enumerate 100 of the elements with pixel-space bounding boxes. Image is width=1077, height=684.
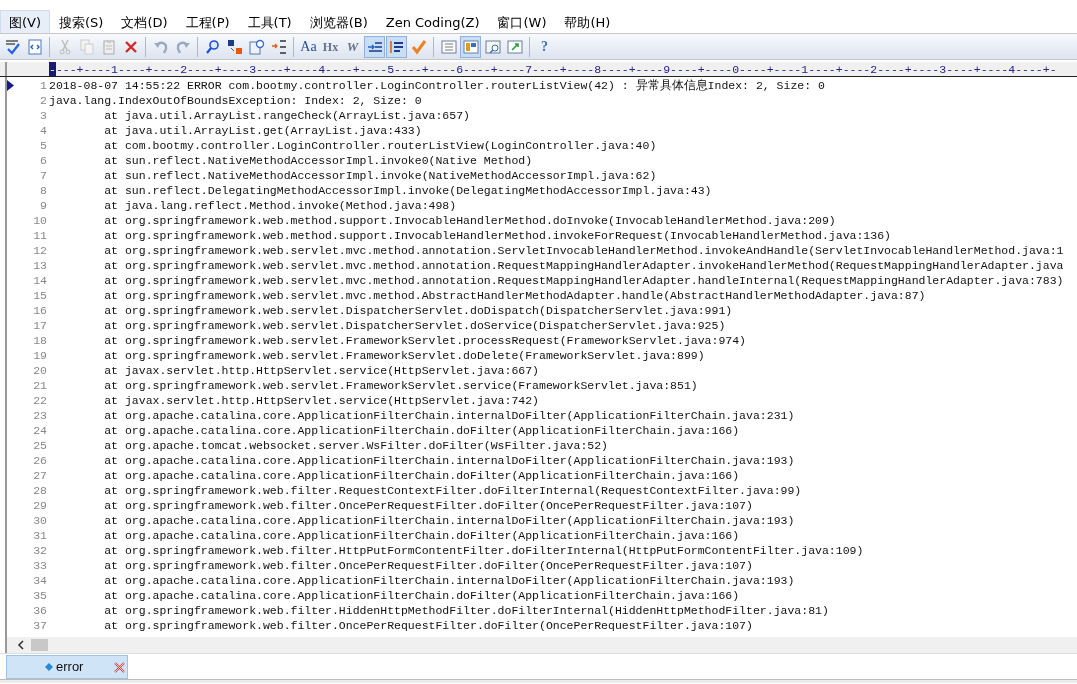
toolbar-button[interactable]: [460, 35, 481, 58]
close-icon[interactable]: [114, 661, 125, 673]
toolbar-button[interactable]: [386, 35, 407, 58]
line-number: 21: [33, 378, 47, 393]
code-line: at org.apache.catalina.core.ApplicationFilterChain.internalDoFilter(ApplicationFilterChain.java:193): [103, 453, 795, 468]
panel-layout-icon: [461, 37, 480, 56]
code-line: at org.springframework.web.servlet.mvc.method.annotation.RequestMappingHandlerAdapter.invokeHandlerMethod(RequestMappingHandlerAdapter.java: [103, 258, 1064, 273]
menu-item[interactable]: 搜索(S): [50, 9, 113, 36]
line-number: 2: [40, 93, 47, 108]
line-number: 6: [40, 153, 47, 168]
code-line: at org.springframework.web.filter.OncePerRequestFilter.doFilter(OncePerRequestFilter.java:107): [103, 558, 753, 573]
copy-icon: [77, 37, 96, 56]
code-line: at org.springframework.web.filter.OncePerRequestFilter.doFilter(OncePerRequestFilter.java:107): [103, 618, 753, 633]
menu-item[interactable]: 工程(P): [176, 9, 239, 36]
toolbar-button[interactable]: [364, 35, 385, 58]
line-number: 18: [33, 333, 47, 348]
code-line: at org.springframework.web.servlet.mvc.method.AbstractHandlerMethodAdapter.handle(AbstractHandlerMethodAdapter.java:87): [103, 288, 926, 303]
line-number: 5: [40, 138, 47, 153]
menu-item[interactable]: Zen Coding(Z): [376, 9, 489, 36]
line-number: 31: [33, 528, 47, 543]
code-line: at sun.reflect.NativeMethodAccessorImpl.invoke0(Native Method): [103, 153, 533, 168]
code-line: 2018-08-07 14:55:22 ERROR com.bootmy.controller.LoginController.routerListView(42) : 异常具体信息Index: 2, Size: 0: [49, 78, 825, 93]
code-line: at org.apache.catalina.core.ApplicationFilterChain.internalDoFilter(ApplicationFilterChain.java:193): [103, 513, 795, 528]
line-number: 29: [33, 498, 47, 513]
code-line: at javax.servlet.http.HttpServlet.service(HttpServlet.java:742): [103, 393, 539, 408]
search-icon: [203, 37, 222, 56]
line-number: 12: [33, 243, 47, 258]
checkmark-icon: [409, 37, 428, 56]
code-line: at java.util.ArrayList.get(ArrayList.java:433): [103, 123, 422, 138]
code-line: at org.apache.catalina.core.ApplicationFilterChain.doFilter(ApplicationFilterChain.java:166): [103, 528, 740, 543]
code-line: java.lang.IndexOutOfBoundsException: Index: 2, Size: 0: [49, 93, 422, 108]
toolbar-button[interactable]: Hx: [320, 35, 341, 58]
code-line: at java.lang.reflect.Method.invoke(Method.java:498): [103, 198, 457, 213]
toolbar-button[interactable]: Aa: [298, 35, 319, 58]
find-replace-icon: [225, 37, 244, 56]
line-number: 30: [33, 513, 47, 528]
line-number: 33: [33, 558, 47, 573]
diamond-icon: [45, 663, 53, 671]
line-number: 23: [33, 408, 47, 423]
code-document-icon: [25, 37, 44, 56]
line-number: 10: [33, 213, 47, 228]
line-number: 27: [33, 468, 47, 483]
line-number: 15: [33, 288, 47, 303]
numbered-list-icon: [269, 37, 288, 56]
document-search-icon: [247, 37, 266, 56]
line-number: 9: [40, 198, 47, 213]
list-window-icon: [439, 37, 458, 56]
code-line: at org.apache.tomcat.websocket.server.WsFilter.doFilter(WsFilter.java:52): [103, 438, 608, 453]
code-line: at org.springframework.web.servlet.DispatcherServlet.doService(DispatcherServlet.java:925): [103, 318, 726, 333]
toolbar-button[interactable]: W: [342, 35, 363, 58]
code-line: at org.springframework.web.servlet.FrameworkServlet.doDelete(FrameworkServlet.java:899): [103, 348, 705, 363]
code-line: at org.springframework.web.servlet.FrameworkServlet.service(FrameworkServlet.java:851): [103, 378, 698, 393]
code-line: at sun.reflect.DelegatingMethodAccessorImpl.invoke(DelegatingMethodAccessorImpl.java:43): [103, 183, 712, 198]
code-line: at javax.servlet.http.HttpServlet.service(HttpServlet.java:667): [103, 363, 539, 378]
line-number: 17: [33, 318, 47, 333]
toolbar-button[interactable]: ?: [534, 35, 555, 58]
code-line: at sun.reflect.NativeMethodAccessorImpl.invoke(NativeMethodAccessorImpl.java:62): [103, 168, 657, 183]
line-number: 13: [33, 258, 47, 273]
line-number: 7: [40, 168, 47, 183]
code-line: at org.springframework.web.servlet.mvc.method.annotation.RequestMappingHandlerAdapter.handleInternal(RequestMappingHandlerAdapter.java:783): [103, 273, 1064, 288]
line-number: 24: [33, 423, 47, 438]
document-tab[interactable]: error: [6, 655, 128, 679]
ruler: ---+----1----+----2----+----3----+----4----+----5----+----6----+----7----+----8----+----9----+----0----+----1----+----2----+----3----+----4----+-: [55, 62, 1057, 76]
line-number: 8: [40, 183, 47, 198]
line-number: 34: [33, 573, 47, 588]
code-line: at org.springframework.web.servlet.DispatcherServlet.doDispatch(DispatcherServlet.java:991): [103, 303, 733, 318]
line-number: 26: [33, 453, 47, 468]
code-line: at com.bootmy.controller.LoginController.routerListView(LoginController.java:40): [103, 138, 657, 153]
code-line: at org.springframework.web.servlet.mvc.method.annotation.ServletInvocableHandlerMethod.invokeAndHandle(ServletInvocableHandlerMethod.java:1: [103, 243, 1064, 258]
code-line: at org.springframework.web.filter.OncePerRequestFilter.doFilter(OncePerRequestFilter.java:107): [103, 498, 753, 513]
line-number: 19: [33, 348, 47, 363]
code-line: at org.apache.catalina.core.ApplicationFilterChain.doFilter(ApplicationFilterChain.java:166): [103, 423, 740, 438]
line-number: 14: [33, 273, 47, 288]
line-number: 11: [33, 228, 47, 243]
code-line: at java.util.ArrayList.rangeCheck(ArrayList.java:657): [103, 108, 470, 123]
menu-item[interactable]: 工具(T): [238, 9, 301, 36]
window-search-icon: [483, 37, 502, 56]
code-line: at org.springframework.web.filter.HiddenHttpMethodFilter.doFilterInternal(HiddenHttpMethodFilter.java:81): [103, 603, 829, 618]
line-number: 32: [33, 543, 47, 558]
code-line: at org.apache.catalina.core.ApplicationFilterChain.internalDoFilter(ApplicationFilterChain.java:193): [103, 573, 795, 588]
menu-item[interactable]: 浏览器(B): [300, 9, 377, 36]
menu-item[interactable]: 帮助(H): [555, 9, 620, 36]
line-number: 36: [33, 603, 47, 618]
line-number: 20: [33, 363, 47, 378]
code-line: at org.springframework.web.method.support.InvocableHandlerMethod.invokeForRequest(InvocableHandlerMethod.java:136): [103, 228, 891, 243]
line-number: 25: [33, 438, 47, 453]
code-line: at org.springframework.web.filter.HttpPutFormContentFilter.doFilterInternal(HttpPutFormContentFilter.java:109): [103, 543, 864, 558]
scrollbar-thumb[interactable]: [31, 639, 48, 651]
line-number: 35: [33, 588, 47, 603]
spellcheck-icon: [3, 37, 22, 56]
line-number: 3: [40, 108, 47, 123]
code-line: at org.springframework.web.filter.RequestContextFilter.doFilterInternal(RequestContextFilter.java:99): [103, 483, 802, 498]
code-line: at org.springframework.web.servlet.FrameworkServlet.processRequest(FrameworkServlet.java:974): [103, 333, 747, 348]
ruler-cursor: -: [49, 62, 56, 76]
line-number: 37: [33, 618, 47, 633]
line-number: 28: [33, 483, 47, 498]
menu-item[interactable]: 文档(D): [112, 9, 177, 36]
line-number: 16: [33, 303, 47, 318]
line-number: 1: [40, 78, 47, 93]
menu-item[interactable]: 窗口(W): [488, 9, 556, 36]
